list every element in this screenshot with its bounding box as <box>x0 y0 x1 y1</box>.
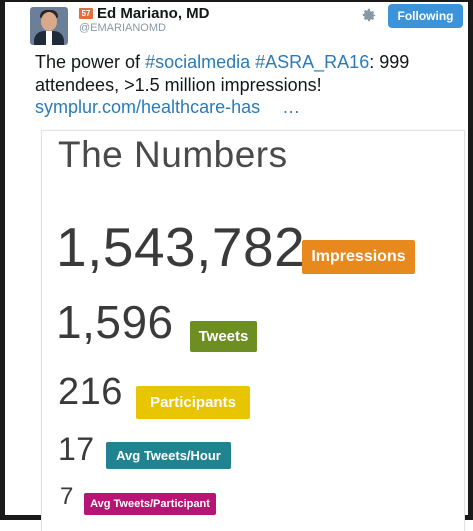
stat-impressions-value: 1,543,782 <box>56 216 306 278</box>
card-title: The Numbers <box>58 134 288 175</box>
stat-tweets-value: 1,596 <box>56 296 174 348</box>
media-card[interactable]: The Numbers 1,543,782 Impressions 1,596 … <box>41 130 465 531</box>
hashtag-socialmedia[interactable]: #socialmedia <box>145 52 250 72</box>
tweet-text: The power of #socialmedia #ASRA_RA16: 99… <box>35 51 465 97</box>
author-handle[interactable]: @EMARIANOMD <box>79 22 166 34</box>
author-name[interactable]: Ed Mariano, MD <box>97 5 210 22</box>
notification-badge: 57 <box>79 8 93 19</box>
avatar[interactable] <box>30 7 68 45</box>
stat-avg-hour-value: 17 <box>58 431 95 467</box>
link-ellipsis: … <box>282 97 301 117</box>
tweet-link[interactable]: symplur.com/healthcare-has <box>35 97 260 117</box>
stat-participants-value: 216 <box>58 371 123 413</box>
following-button[interactable]: Following <box>388 4 463 28</box>
gear-icon[interactable] <box>361 8 377 24</box>
stat-avg-participant-label: Avg Tweets/Participant <box>84 493 216 515</box>
stat-avg-participant-value: 7 <box>60 483 74 510</box>
stat-impressions-label: Impressions <box>302 240 415 274</box>
stat-participants-label: Participants <box>136 386 250 419</box>
tweet-text-prefix: The power of <box>35 52 146 72</box>
tweet-link-row: symplur.com/healthcare-has … <box>35 97 300 118</box>
stat-tweets-label: Tweets <box>190 321 257 352</box>
tweet-frame: 57 Ed Mariano, MD @EMARIANOMD Following … <box>0 0 473 531</box>
hashtag-asra[interactable]: #ASRA_RA16 <box>255 52 369 72</box>
stat-avg-hour-label: Avg Tweets/Hour <box>106 442 231 469</box>
